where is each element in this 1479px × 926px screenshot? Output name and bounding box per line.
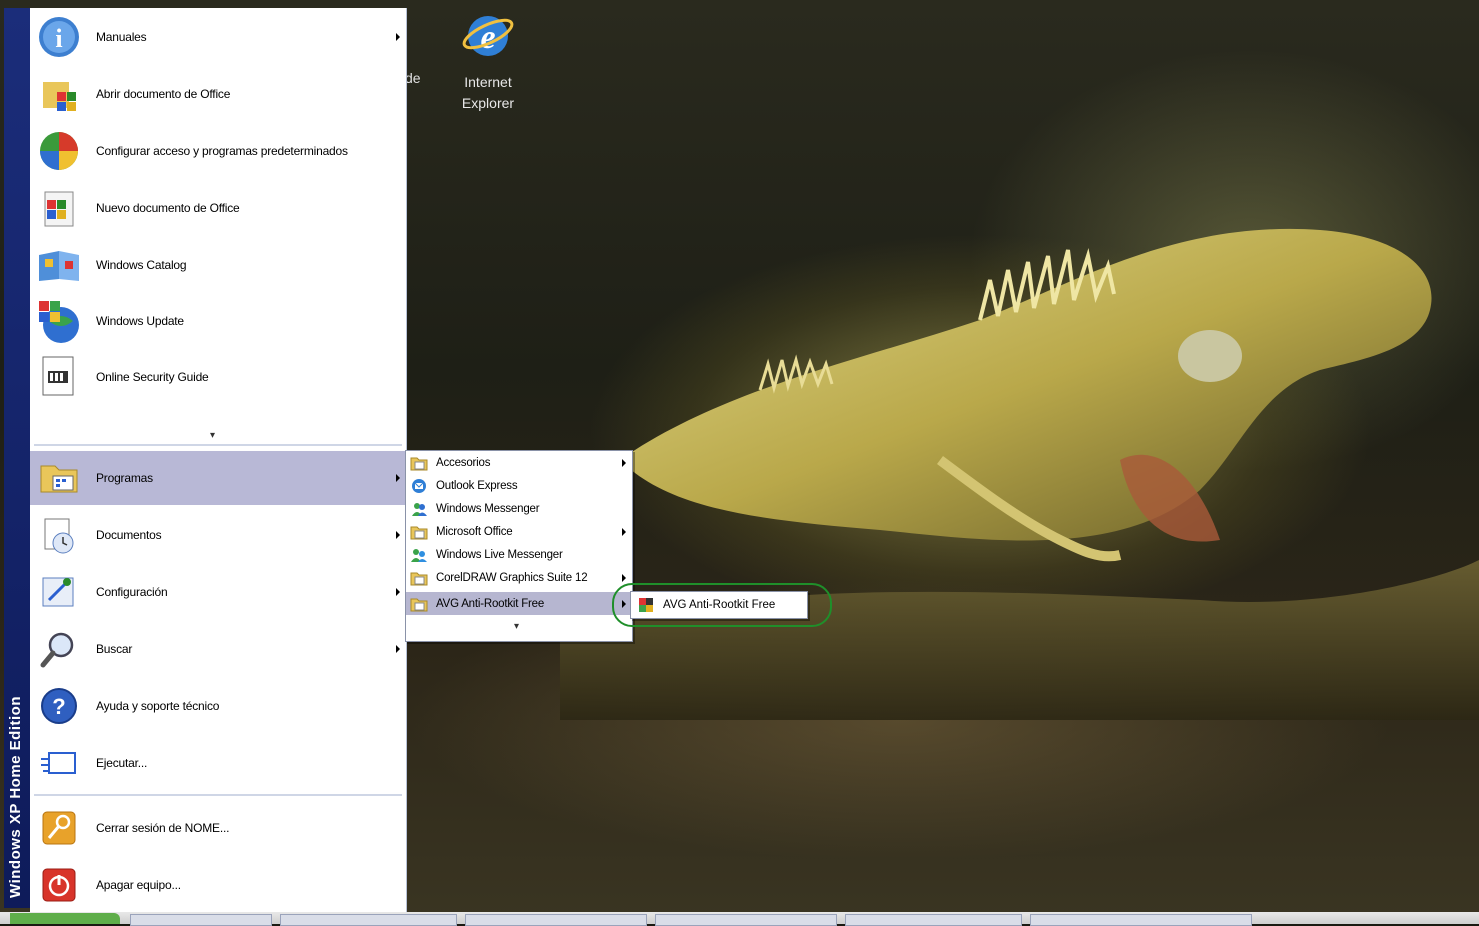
submenu-item-windows-messenger[interactable]: Windows Messenger xyxy=(406,497,632,520)
internet-explorer-shortcut[interactable]: e Internet Explorer xyxy=(452,6,524,114)
svg-text:?: ? xyxy=(52,694,65,719)
desktop-icon-label-line1: Internet xyxy=(464,74,512,90)
submenu-item-label: AVG Anti-Rootkit Free xyxy=(436,597,545,610)
submenu-item-label: CorelDRAW Graphics Suite 12 xyxy=(436,571,588,584)
menu-separator xyxy=(34,444,402,446)
submenu-arrow-icon xyxy=(396,33,400,41)
menu-item-cerrar-sesion[interactable]: Cerrar sesión de NOME... xyxy=(30,801,406,855)
menu-item-label: Ejecutar... xyxy=(96,756,148,770)
office-new-icon xyxy=(34,184,84,232)
menu-item-label: Online Security Guide xyxy=(96,370,209,384)
desktop-icon-label-line2: Explorer xyxy=(461,95,515,111)
menu-item-label: Apagar equipo... xyxy=(96,878,181,892)
iguana-wallpaper xyxy=(560,228,1479,720)
programs-icon xyxy=(34,454,84,502)
programs-submenu: Accesorios Outlook Express Windows Messe… xyxy=(405,450,633,642)
menu-item-label: Documentos xyxy=(96,528,162,542)
taskbar-button[interactable] xyxy=(465,914,647,926)
folder-icon xyxy=(410,572,428,585)
submenu-item-label: Windows Messenger xyxy=(436,502,540,515)
submenu-item-label: Microsoft Office xyxy=(436,525,513,538)
logoff-icon xyxy=(34,804,84,852)
menu-item-label: Manuales xyxy=(96,30,147,44)
menu-item-label: Programas xyxy=(96,471,153,485)
office-open-icon xyxy=(34,70,84,118)
folder-icon xyxy=(410,526,428,539)
submenu-item-avg-anti-rootkit[interactable]: AVG Anti-Rootkit Free xyxy=(406,592,632,615)
submenu-item-label: Accesorios xyxy=(436,456,491,469)
menu-item-label: Cerrar sesión de NOME... xyxy=(96,821,230,835)
menu-item-configuracion[interactable]: Configuración xyxy=(30,565,406,619)
folder-icon xyxy=(410,598,428,611)
menu-item-nuevo-documento-office[interactable]: Nuevo documento de Office xyxy=(30,181,406,235)
submenu-item-windows-live-messenger[interactable]: Windows Live Messenger xyxy=(406,543,632,566)
submenu-item-microsoft-office[interactable]: Microsoft Office xyxy=(406,520,632,543)
taskbar-button[interactable] xyxy=(655,914,837,926)
menu-item-label: Configurar acceso y programas predetermi… xyxy=(96,144,348,158)
internet-explorer-icon: e xyxy=(462,16,514,56)
submenu-item-label: Outlook Express xyxy=(436,479,518,492)
info-icon: i xyxy=(34,13,84,61)
taskbar xyxy=(0,912,1479,926)
live-messenger-icon xyxy=(411,548,427,562)
menu-item-apagar[interactable]: Apagar equipo... xyxy=(30,858,406,912)
menu-item-programas[interactable]: Programas xyxy=(30,451,406,505)
submenu-arrow-icon xyxy=(396,588,400,596)
taskbar-button[interactable] xyxy=(845,914,1022,926)
menu-item-abrir-documento-office[interactable]: Abrir documento de Office xyxy=(30,67,406,121)
menu-item-buscar[interactable]: Buscar xyxy=(30,622,406,676)
taskbar-button[interactable] xyxy=(1030,914,1252,926)
menu-item-configurar-acceso[interactable]: Configurar acceso y programas predetermi… xyxy=(30,124,406,178)
help-icon: ? xyxy=(34,682,84,730)
menu-item-ayuda[interactable]: ? Ayuda y soporte técnico xyxy=(30,679,406,733)
run-icon xyxy=(34,739,84,787)
windows-catalog-icon xyxy=(34,241,84,289)
menu-separator xyxy=(34,794,402,796)
menu-item-windows-catalog[interactable]: Windows Catalog xyxy=(30,238,406,292)
menu-item-label: Ayuda y soporte técnico xyxy=(96,699,220,713)
submenu-arrow-icon xyxy=(396,645,400,653)
submenu-item-outlook-express[interactable]: Outlook Express xyxy=(406,474,632,497)
shutdown-icon xyxy=(34,861,84,909)
menu-item-manuales[interactable]: i Manuales xyxy=(30,10,406,64)
submenu-arrow-icon xyxy=(622,573,626,582)
submenu-item-label: Windows Live Messenger xyxy=(436,548,563,561)
menu-item-online-security-guide[interactable]: Online Security Guide xyxy=(30,350,406,404)
svg-text:i: i xyxy=(55,24,62,53)
menu-item-label: Abrir documento de Office xyxy=(96,87,231,101)
outlook-icon xyxy=(412,478,426,493)
taskbar-button[interactable] xyxy=(130,914,272,926)
more-items-chevron-icon[interactable]: ▾ xyxy=(514,621,519,632)
annotation-highlight-ring xyxy=(612,583,832,627)
menu-item-ejecutar[interactable]: Ejecutar... xyxy=(30,736,406,790)
submenu-item-accesorios[interactable]: Accesorios xyxy=(406,451,632,474)
submenu-arrow-icon xyxy=(622,527,626,536)
search-icon xyxy=(34,625,84,673)
windows-update-icon xyxy=(34,297,84,345)
more-items-chevron-icon[interactable]: ▾ xyxy=(210,430,215,441)
start-menu-sidebar: Windows XP Home Edition xyxy=(4,8,30,908)
edition-banner: Windows XP Home Edition xyxy=(7,696,24,898)
documents-icon xyxy=(34,511,84,559)
folder-icon xyxy=(410,457,428,470)
menu-item-label: Buscar xyxy=(96,642,133,656)
security-guide-icon xyxy=(34,353,84,401)
menu-item-label: Windows Catalog xyxy=(96,258,187,272)
taskbar-button[interactable] xyxy=(280,914,457,926)
messenger-icon xyxy=(412,502,427,516)
menu-item-label: Windows Update xyxy=(96,314,184,328)
submenu-item-coreldraw[interactable]: CorelDRAW Graphics Suite 12 xyxy=(406,566,632,589)
submenu-arrow-icon xyxy=(622,458,626,467)
menu-item-label: Configuración xyxy=(96,585,168,599)
submenu-arrow-icon xyxy=(396,474,400,482)
start-menu: i Manuales Abrir documento de Office Con… xyxy=(30,8,407,912)
menu-item-label: Nuevo documento de Office xyxy=(96,201,240,215)
submenu-arrow-icon xyxy=(396,531,400,539)
start-button[interactable] xyxy=(10,913,120,924)
desktop-partial-label: de xyxy=(405,70,421,86)
default-programs-icon xyxy=(34,127,84,175)
menu-item-documentos[interactable]: Documentos xyxy=(30,508,406,562)
settings-icon xyxy=(34,568,84,616)
menu-item-windows-update[interactable]: Windows Update xyxy=(30,294,406,348)
